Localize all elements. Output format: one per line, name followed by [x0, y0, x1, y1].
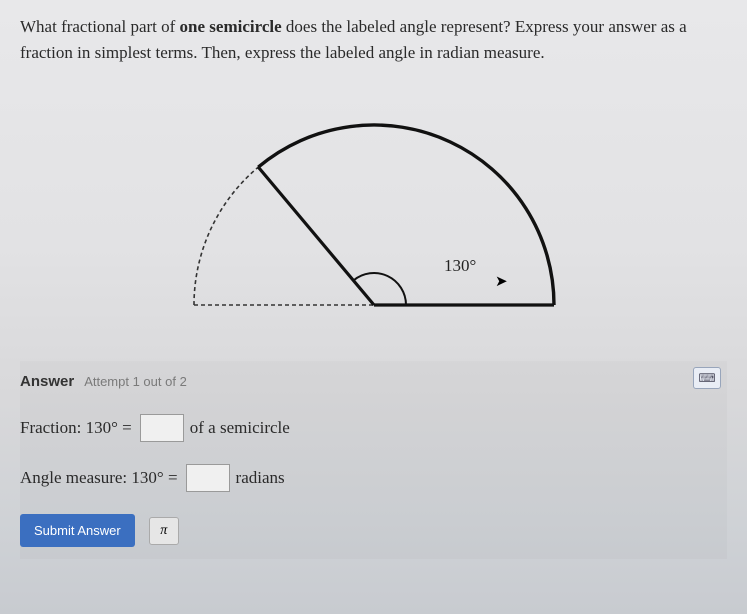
fraction-row: Fraction: 130° = of a semicircle [20, 414, 727, 442]
answer-label: Answer [20, 373, 74, 390]
angle-row: Angle measure: 130° = radians [20, 464, 727, 492]
question-part1: What fractional part of [20, 17, 180, 36]
question-bold: one semicircle [180, 17, 282, 36]
attempt-text: Attempt 1 out of 2 [84, 374, 187, 389]
fraction-suffix: of a semicircle [190, 418, 290, 438]
answer-section: ⌨ Answer Attempt 1 out of 2 Fraction: 13… [20, 361, 727, 559]
fraction-input[interactable] [140, 414, 184, 442]
submit-button[interactable]: Submit Answer [20, 514, 135, 547]
fraction-label: Fraction: 130° = [20, 418, 132, 438]
pi-button[interactable]: π [149, 517, 179, 545]
angle-input[interactable] [186, 464, 230, 492]
angle-label: 130° [444, 256, 476, 275]
angle-measure-label: Angle measure: 130° = [20, 468, 178, 488]
keyboard-icon[interactable]: ⌨ [693, 367, 721, 389]
question-text: What fractional part of one semicircle d… [20, 14, 727, 65]
angle-suffix: radians [236, 468, 285, 488]
diagram-container: 130° [20, 85, 727, 335]
button-row: Submit Answer π [20, 514, 727, 547]
answer-header: Answer Attempt 1 out of 2 [20, 373, 727, 390]
semicircle-diagram: 130° [144, 85, 604, 335]
